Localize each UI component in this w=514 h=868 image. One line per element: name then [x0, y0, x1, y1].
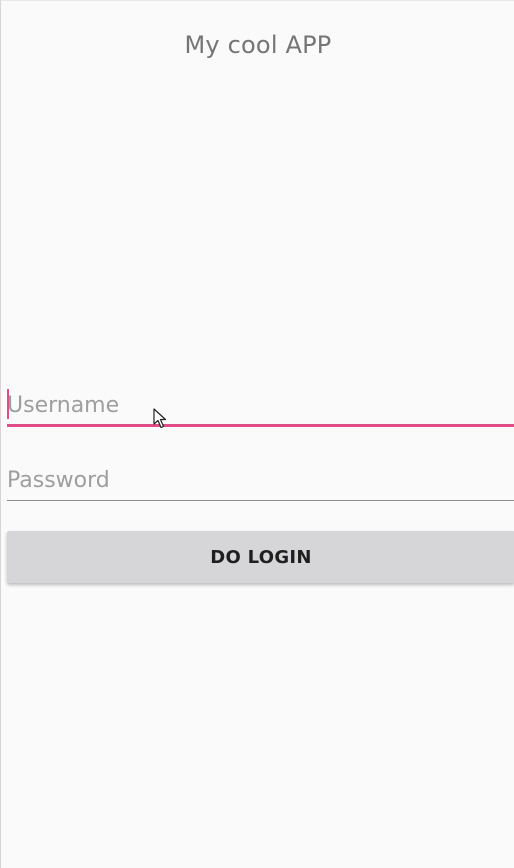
page-title: My cool APP — [184, 31, 332, 59]
password-field-container — [7, 461, 514, 501]
mouse-pointer-icon — [153, 408, 167, 429]
app-screen: My cool APP DO LOGIN — [0, 0, 514, 868]
username-field-container — [7, 387, 514, 427]
password-input[interactable] — [7, 461, 514, 500]
text-caret — [7, 389, 9, 419]
login-button-label: DO LOGIN — [210, 546, 312, 568]
username-input[interactable] — [7, 387, 514, 424]
login-button[interactable]: DO LOGIN — [7, 531, 514, 583]
